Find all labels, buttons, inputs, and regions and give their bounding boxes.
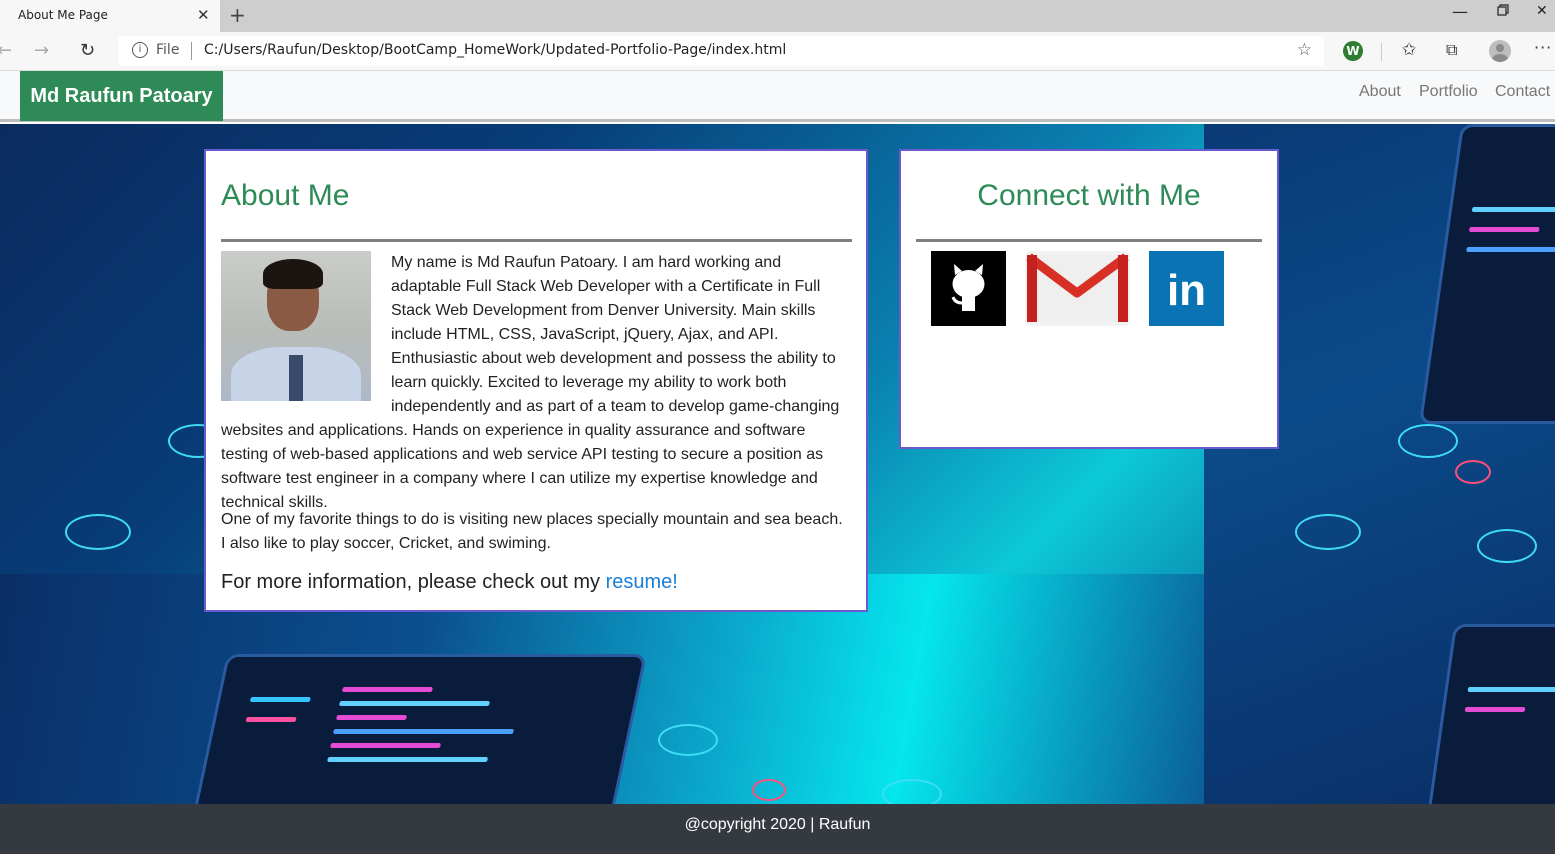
decor-ring [1398,424,1458,458]
info-icon[interactable]: i [132,42,148,58]
star-icon[interactable]: ☆ [1297,40,1312,60]
decor-ring [752,779,786,801]
favorites-icon[interactable]: ✩ [1402,40,1416,60]
linkedin-icon[interactable]: in [1149,251,1224,326]
toolbar-separator [1381,43,1382,61]
window-close-icon[interactable]: ✕ [1536,3,1548,19]
connect-title: Connect with Me [977,179,1201,212]
minimize-icon[interactable]: — [1452,2,1468,21]
decor-ring [658,724,718,756]
browser-toolbar: ← → ↻ i File C:/Users/Raufun/Desktop/Boo… [0,32,1555,71]
nav-link-portfolio[interactable]: Portfolio [1419,83,1478,101]
tab-close-icon[interactable]: ✕ [197,6,210,24]
decor-ring [65,514,131,550]
resume-link[interactable]: resume! [606,571,678,593]
more-icon[interactable]: ··· [1534,38,1552,57]
about-paragraph-2: One of my favorite things to do is visit… [221,511,843,552]
decor-ring [1477,529,1537,563]
extension-icon[interactable]: W [1343,41,1363,61]
arrow-right-icon[interactable]: → [34,40,49,61]
address-bar[interactable]: i File C:/Users/Raufun/Desktop/BootCamp_… [118,36,1324,66]
reload-icon[interactable]: ↻ [80,40,95,61]
address-separator [191,42,192,60]
about-title: About Me [221,179,350,212]
site-navbar: Md Raufun Patoary About Portfolio Contac… [0,71,1555,122]
about-divider [221,239,852,242]
footer-text: @copyright 2020 | Raufun [684,816,871,833]
nav-link-contact[interactable]: Contact [1495,83,1550,101]
new-tab-button[interactable]: + [229,3,246,27]
arrow-left-icon[interactable]: ← [0,40,12,61]
decor-ring [882,779,942,804]
connect-divider [916,239,1262,242]
decor-ring [1455,460,1491,484]
nav-link-about[interactable]: About [1359,83,1401,101]
laptop-illustration [192,654,648,804]
connect-card: Connect with Me in [899,149,1279,449]
brand-logo[interactable]: Md Raufun Patoary [20,71,223,121]
browser-tab[interactable]: About Me Page ✕ [0,0,220,32]
gmail-icon[interactable] [1025,251,1130,326]
more-info-text: For more information, please check out m… [221,571,678,594]
tab-title: About Me Page [18,8,108,22]
restore-icon[interactable] [1497,4,1509,16]
footer: @copyright 2020 | Raufun [0,804,1555,854]
url-text[interactable]: C:/Users/Raufun/Desktop/BootCamp_HomeWor… [204,42,786,58]
profile-icon[interactable] [1489,40,1511,62]
about-paragraph-1: My name is Md Raufun Patoary. I am hard … [221,251,851,515]
more-info-label: For more information, please check out m… [221,571,601,593]
linkedin-icon-text: in [1167,266,1206,315]
decor-ring [1295,514,1361,550]
github-icon[interactable] [931,251,1006,326]
collections-icon[interactable]: ⧉ [1446,40,1457,60]
about-card: About Me My name is Md Raufun Patoary. I… [204,149,868,612]
file-label: File [156,42,180,58]
browser-tabbar: About Me Page ✕ + — ✕ [0,0,1555,32]
